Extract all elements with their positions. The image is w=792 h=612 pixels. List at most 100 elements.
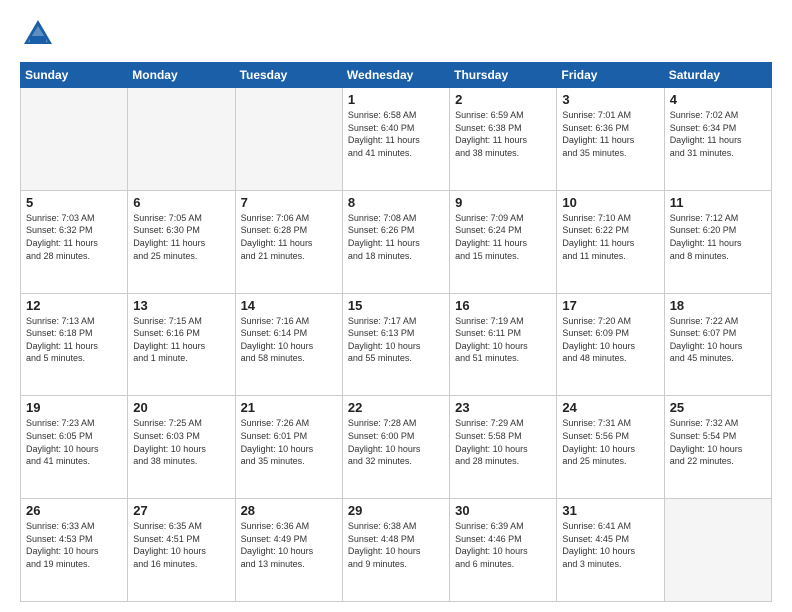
calendar-cell: 26 Sunrise: 6:33 AM Sunset: 4:53 PM Dayli… [21, 499, 128, 602]
day-info: Sunrise: 6:59 AM Sunset: 6:38 PM Dayligh… [455, 109, 551, 159]
day-number: 3 [562, 92, 658, 107]
day-number: 4 [670, 92, 766, 107]
day-number: 30 [455, 503, 551, 518]
day-number: 18 [670, 298, 766, 313]
calendar-cell: 30 Sunrise: 6:39 AM Sunset: 4:46 PM Dayli… [450, 499, 557, 602]
calendar-cell [235, 88, 342, 191]
day-info: Sunrise: 6:36 AM Sunset: 4:49 PM Dayligh… [241, 520, 337, 570]
calendar-cell: 7Sunrise: 7:06 AM Sunset: 6:28 PM Daylig… [235, 190, 342, 293]
calendar-cell: 14 Sunrise: 7:16 AM Sunset: 6:14 PM Dayli… [235, 293, 342, 396]
day-number: 25 [670, 400, 766, 415]
calendar-cell: 9Sunrise: 7:09 AM Sunset: 6:24 PM Daylig… [450, 190, 557, 293]
day-number: 24 [562, 400, 658, 415]
header [20, 16, 772, 52]
day-info: Sunrise: 7:15 AM Sunset: 6:16 PM Dayligh… [133, 315, 229, 365]
day-info: Sunrise: 7:10 AM Sunset: 6:22 PM Dayligh… [562, 212, 658, 262]
day-number: 17 [562, 298, 658, 313]
week-row-3: 19 Sunrise: 7:23 AM Sunset: 6:05 PM Dayli… [21, 396, 772, 499]
logo [20, 16, 60, 52]
day-info: Sunrise: 6:33 AM Sunset: 4:53 PM Dayligh… [26, 520, 122, 570]
day-number: 19 [26, 400, 122, 415]
day-number: 2 [455, 92, 551, 107]
day-number: 6 [133, 195, 229, 210]
weekday-monday: Monday [128, 63, 235, 88]
weekday-header-row: SundayMondayTuesdayWednesdayThursdayFrid… [21, 63, 772, 88]
day-info: Sunrise: 7:17 AM Sunset: 6:13 PM Dayligh… [348, 315, 444, 365]
calendar-cell: 19 Sunrise: 7:23 AM Sunset: 6:05 PM Dayli… [21, 396, 128, 499]
weekday-thursday: Thursday [450, 63, 557, 88]
day-number: 10 [562, 195, 658, 210]
calendar-cell [128, 88, 235, 191]
calendar-cell: 28 Sunrise: 6:36 AM Sunset: 4:49 PM Dayli… [235, 499, 342, 602]
calendar-cell: 31Sunrise: 6:41 AM Sunset: 4:45 PM Dayli… [557, 499, 664, 602]
calendar-cell: 22 Sunrise: 7:28 AM Sunset: 6:00 PM Dayli… [342, 396, 449, 499]
day-number: 20 [133, 400, 229, 415]
calendar-cell [21, 88, 128, 191]
weekday-friday: Friday [557, 63, 664, 88]
calendar-cell: 29 Sunrise: 6:38 AM Sunset: 4:48 PM Dayli… [342, 499, 449, 602]
calendar-cell: 15 Sunrise: 7:17 AM Sunset: 6:13 PM Dayli… [342, 293, 449, 396]
day-number: 28 [241, 503, 337, 518]
day-number: 26 [26, 503, 122, 518]
week-row-4: 26 Sunrise: 6:33 AM Sunset: 4:53 PM Dayli… [21, 499, 772, 602]
day-info: Sunrise: 7:20 AM Sunset: 6:09 PM Dayligh… [562, 315, 658, 365]
day-info: Sunrise: 7:28 AM Sunset: 6:00 PM Dayligh… [348, 417, 444, 467]
day-info: Sunrise: 7:16 AM Sunset: 6:14 PM Dayligh… [241, 315, 337, 365]
day-number: 11 [670, 195, 766, 210]
calendar-cell: 6 Sunrise: 7:05 AM Sunset: 6:30 PM Daylig… [128, 190, 235, 293]
day-number: 5 [26, 195, 122, 210]
weekday-saturday: Saturday [664, 63, 771, 88]
weekday-tuesday: Tuesday [235, 63, 342, 88]
day-number: 27 [133, 503, 229, 518]
day-number: 1 [348, 92, 444, 107]
weekday-sunday: Sunday [21, 63, 128, 88]
logo-icon [20, 16, 56, 52]
day-number: 14 [241, 298, 337, 313]
day-info: Sunrise: 7:03 AM Sunset: 6:32 PM Dayligh… [26, 212, 122, 262]
calendar-cell: 13 Sunrise: 7:15 AM Sunset: 6:16 PM Dayli… [128, 293, 235, 396]
day-info: Sunrise: 7:02 AM Sunset: 6:34 PM Dayligh… [670, 109, 766, 159]
day-info: Sunrise: 7:01 AM Sunset: 6:36 PM Dayligh… [562, 109, 658, 159]
calendar-cell: 3 Sunrise: 7:01 AM Sunset: 6:36 PM Daylig… [557, 88, 664, 191]
calendar-cell: 18 Sunrise: 7:22 AM Sunset: 6:07 PM Dayli… [664, 293, 771, 396]
calendar-cell: 2 Sunrise: 6:59 AM Sunset: 6:38 PM Daylig… [450, 88, 557, 191]
day-number: 23 [455, 400, 551, 415]
day-info: Sunrise: 7:23 AM Sunset: 6:05 PM Dayligh… [26, 417, 122, 467]
calendar: SundayMondayTuesdayWednesdayThursdayFrid… [20, 62, 772, 602]
day-number: 29 [348, 503, 444, 518]
day-number: 21 [241, 400, 337, 415]
day-info: Sunrise: 6:39 AM Sunset: 4:46 PM Dayligh… [455, 520, 551, 570]
calendar-cell: 5 Sunrise: 7:03 AM Sunset: 6:32 PM Daylig… [21, 190, 128, 293]
calendar-cell: 25 Sunrise: 7:32 AM Sunset: 5:54 PM Dayli… [664, 396, 771, 499]
day-info: Sunrise: 6:58 AM Sunset: 6:40 PM Dayligh… [348, 109, 444, 159]
day-info: Sunrise: 7:13 AM Sunset: 6:18 PM Dayligh… [26, 315, 122, 365]
day-info: Sunrise: 7:31 AM Sunset: 5:56 PM Dayligh… [562, 417, 658, 467]
day-info: Sunrise: 7:26 AM Sunset: 6:01 PM Dayligh… [241, 417, 337, 467]
week-row-1: 5 Sunrise: 7:03 AM Sunset: 6:32 PM Daylig… [21, 190, 772, 293]
day-number: 13 [133, 298, 229, 313]
day-info: Sunrise: 7:32 AM Sunset: 5:54 PM Dayligh… [670, 417, 766, 467]
day-number: 9 [455, 195, 551, 210]
day-info: Sunrise: 6:38 AM Sunset: 4:48 PM Dayligh… [348, 520, 444, 570]
day-info: Sunrise: 6:35 AM Sunset: 4:51 PM Dayligh… [133, 520, 229, 570]
weekday-wednesday: Wednesday [342, 63, 449, 88]
day-number: 12 [26, 298, 122, 313]
day-number: 7 [241, 195, 337, 210]
calendar-cell: 20 Sunrise: 7:25 AM Sunset: 6:03 PM Dayli… [128, 396, 235, 499]
calendar-cell: 1 Sunrise: 6:58 AM Sunset: 6:40 PM Daylig… [342, 88, 449, 191]
calendar-cell: 10 Sunrise: 7:10 AM Sunset: 6:22 PM Dayli… [557, 190, 664, 293]
calendar-cell: 24 Sunrise: 7:31 AM Sunset: 5:56 PM Dayli… [557, 396, 664, 499]
calendar-cell: 21 Sunrise: 7:26 AM Sunset: 6:01 PM Dayli… [235, 396, 342, 499]
calendar-cell: 16Sunrise: 7:19 AM Sunset: 6:11 PM Dayli… [450, 293, 557, 396]
day-info: Sunrise: 7:25 AM Sunset: 6:03 PM Dayligh… [133, 417, 229, 467]
day-number: 22 [348, 400, 444, 415]
day-info: Sunrise: 7:05 AM Sunset: 6:30 PM Dayligh… [133, 212, 229, 262]
calendar-cell: 17 Sunrise: 7:20 AM Sunset: 6:09 PM Dayli… [557, 293, 664, 396]
week-row-2: 12 Sunrise: 7:13 AM Sunset: 6:18 PM Dayli… [21, 293, 772, 396]
day-info: Sunrise: 7:22 AM Sunset: 6:07 PM Dayligh… [670, 315, 766, 365]
day-number: 8 [348, 195, 444, 210]
calendar-cell: 8Sunrise: 7:08 AM Sunset: 6:26 PM Daylig… [342, 190, 449, 293]
day-number: 16 [455, 298, 551, 313]
day-number: 15 [348, 298, 444, 313]
day-info: Sunrise: 7:29 AM Sunset: 5:58 PM Dayligh… [455, 417, 551, 467]
